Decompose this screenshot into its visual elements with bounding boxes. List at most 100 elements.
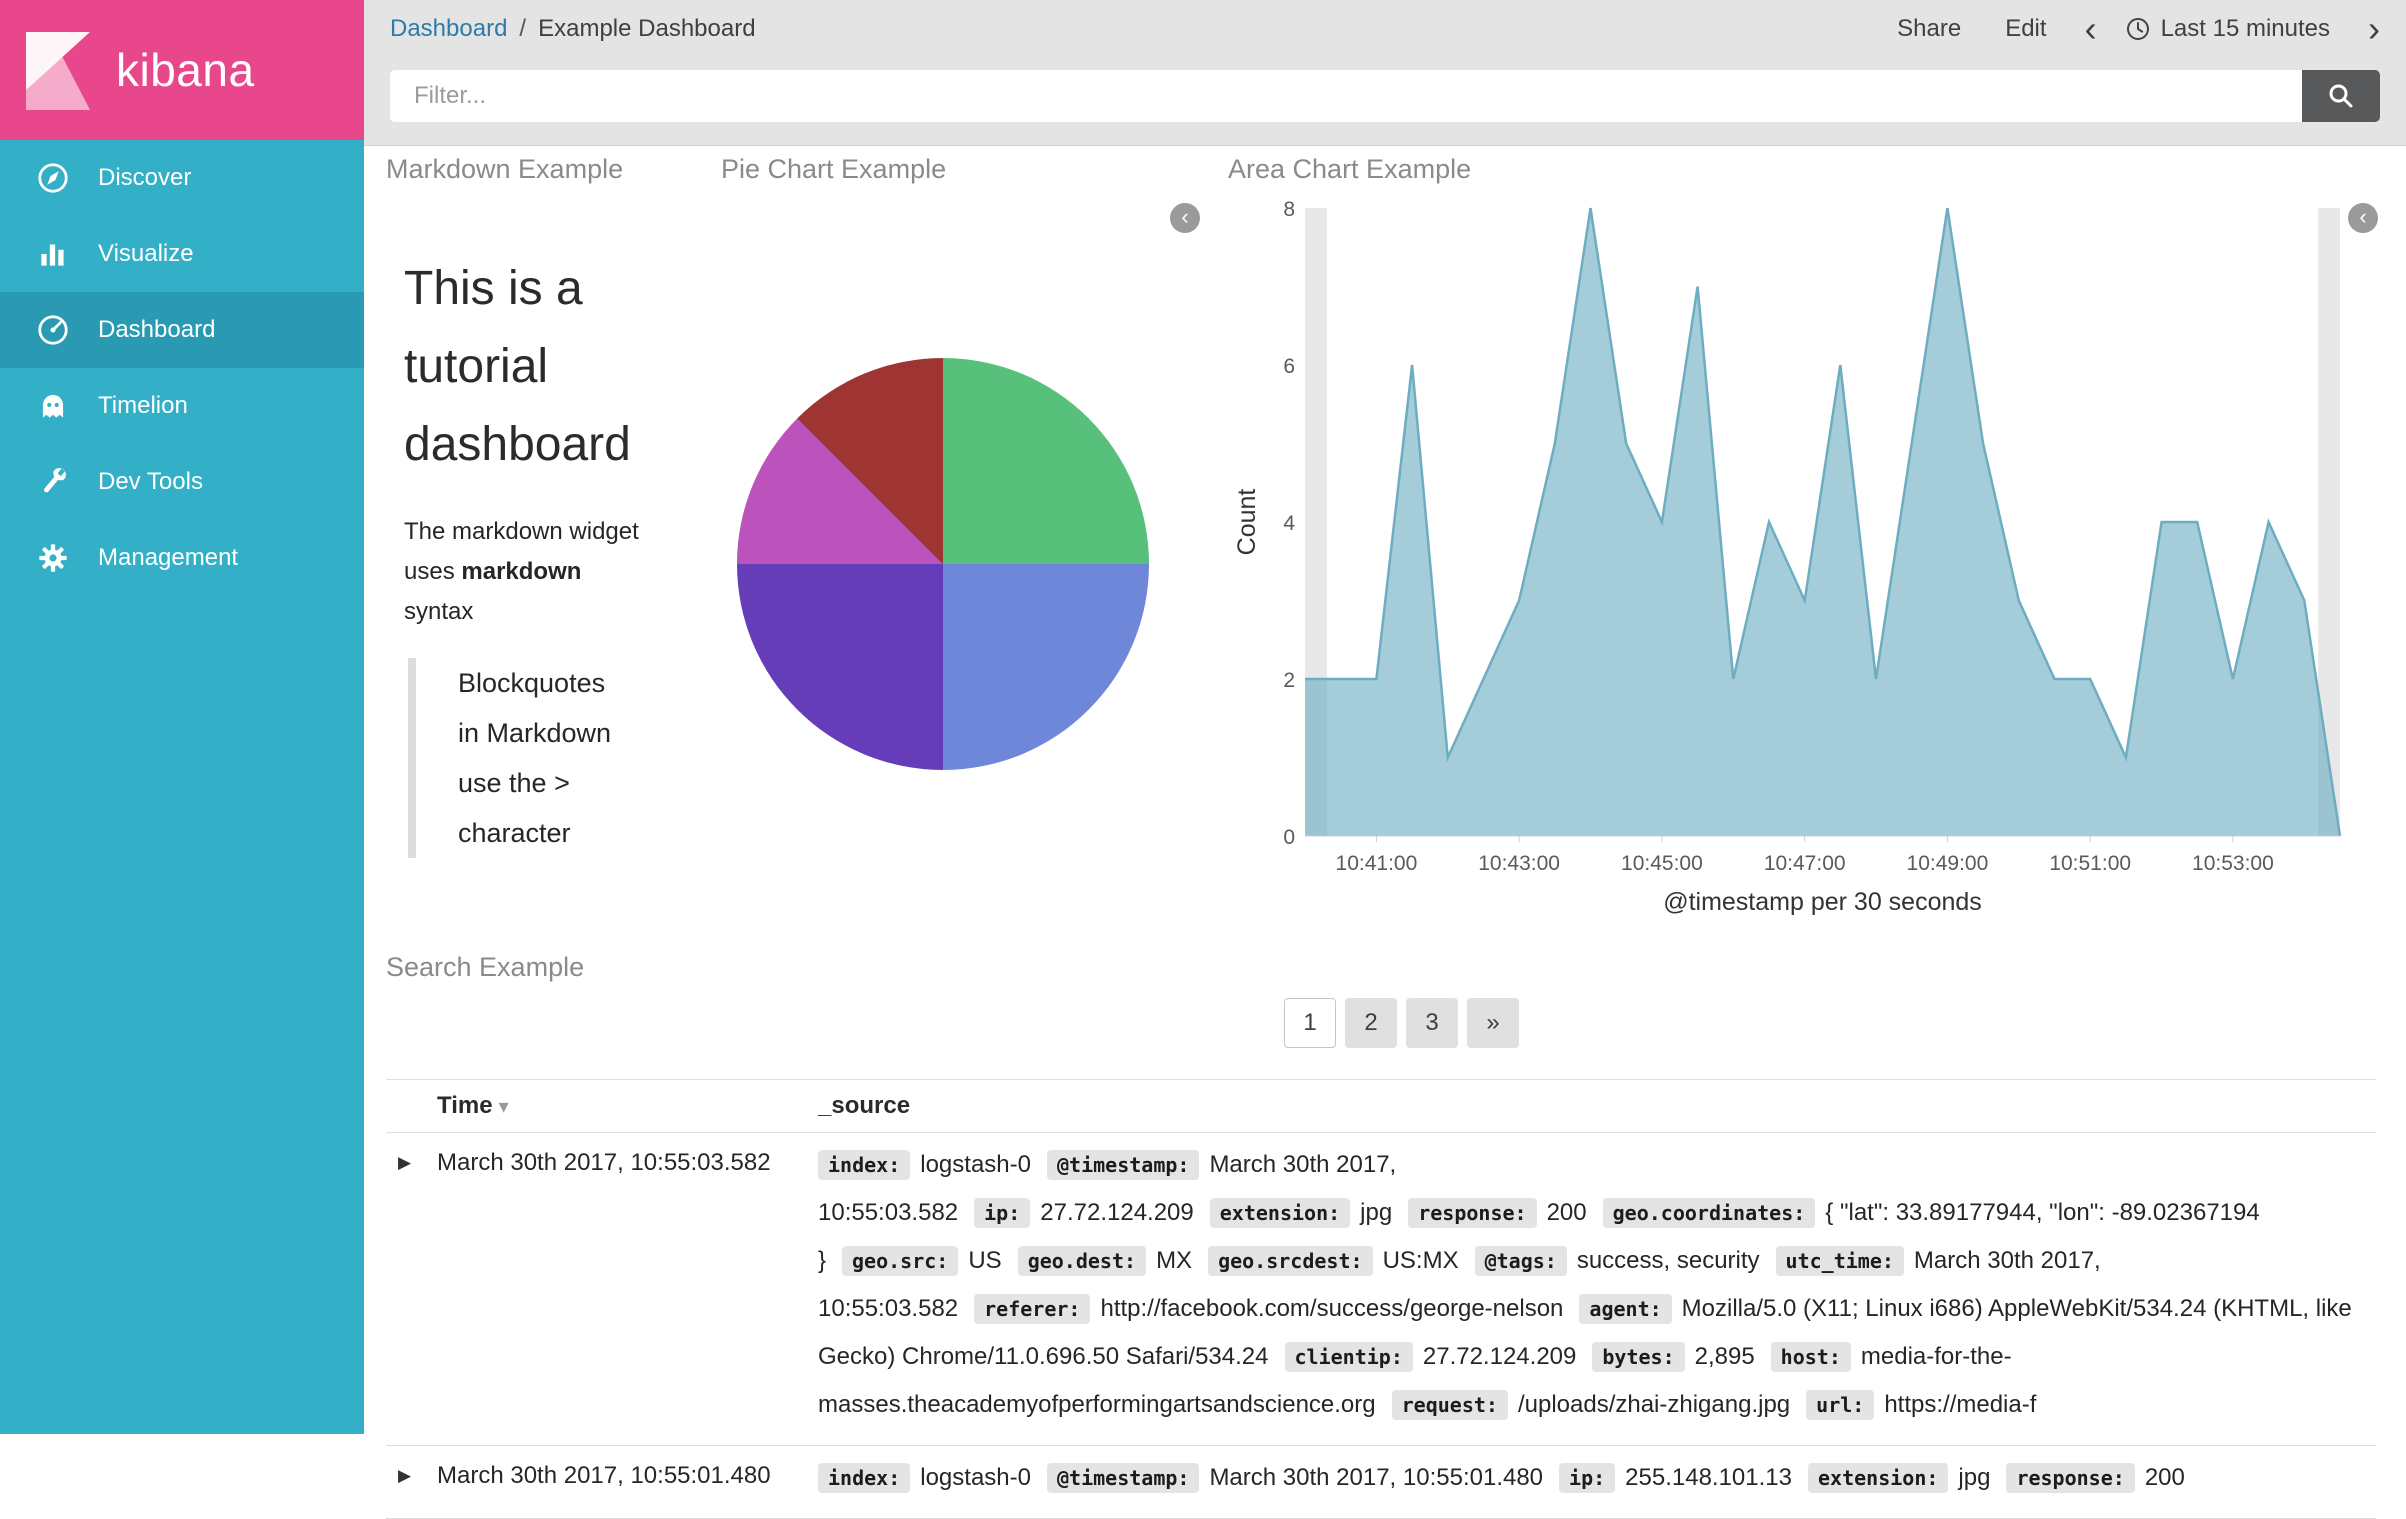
gauge-icon bbox=[34, 311, 72, 349]
svg-text:4: 4 bbox=[1283, 512, 1295, 535]
kibana-logo[interactable]: kibana bbox=[0, 0, 364, 140]
field-value: jpg bbox=[1958, 1464, 1990, 1491]
time-column-label: Time bbox=[437, 1092, 493, 1119]
sidebar: kibana Discover Visualize Dashboard Time… bbox=[0, 0, 364, 1434]
panel-title-search: Search Example bbox=[386, 952, 584, 983]
main-area: Dashboard / Example Dashboard Share Edit… bbox=[364, 0, 2406, 1434]
expand-row-caret-icon[interactable]: ▶ bbox=[386, 1141, 437, 1173]
kibana-logo-text: kibana bbox=[116, 43, 255, 97]
sidebar-item-dev-tools[interactable]: Dev Tools bbox=[0, 444, 364, 520]
breadcrumb-separator: / bbox=[519, 15, 526, 43]
sidebar-item-label: Discover bbox=[98, 164, 191, 192]
sidebar-item-timelion[interactable]: Timelion bbox=[0, 368, 364, 444]
svg-text:10:49:00: 10:49:00 bbox=[1907, 852, 1989, 875]
svg-text:10:41:00: 10:41:00 bbox=[1336, 852, 1418, 875]
svg-text:8: 8 bbox=[1283, 198, 1295, 221]
field-value: success, security bbox=[1577, 1247, 1760, 1274]
edit-button[interactable]: Edit bbox=[2005, 15, 2046, 43]
time-column-header[interactable]: Time ▾ bbox=[437, 1092, 818, 1120]
field-name-badge: agent: bbox=[1579, 1294, 1671, 1324]
field-name-badge: response: bbox=[1408, 1198, 1536, 1228]
sidebar-item-visualize[interactable]: Visualize bbox=[0, 216, 364, 292]
breadcrumb-link-dashboard[interactable]: Dashboard bbox=[390, 15, 507, 43]
ghost-icon bbox=[34, 387, 72, 425]
sidebar-item-label: Dev Tools bbox=[98, 468, 203, 496]
svg-text:0: 0 bbox=[1283, 826, 1295, 849]
row-source: index:logstash-0@timestamp:March 30th 20… bbox=[818, 1141, 2376, 1429]
svg-text:2: 2 bbox=[1283, 669, 1295, 692]
field-value: 200 bbox=[2145, 1464, 2185, 1491]
row-time: March 30th 2017, 10:55:03.582 bbox=[437, 1141, 818, 1177]
svg-text:6: 6 bbox=[1283, 355, 1295, 378]
field-name-badge: index: bbox=[818, 1150, 910, 1180]
panel-title-pie: Pie Chart Example bbox=[721, 154, 946, 185]
time-prev-button[interactable]: ‹ bbox=[2085, 19, 2097, 39]
page-button-»[interactable]: » bbox=[1467, 998, 1519, 1048]
filter-input[interactable] bbox=[390, 70, 2302, 122]
expand-row-caret-icon[interactable]: ▶ bbox=[386, 1454, 437, 1486]
field-name-badge: @tags: bbox=[1475, 1246, 1567, 1276]
svg-text:10:45:00: 10:45:00 bbox=[1621, 852, 1703, 875]
sidebar-nav: Discover Visualize Dashboard Timelion De… bbox=[0, 140, 364, 596]
sidebar-item-management[interactable]: Management bbox=[0, 520, 364, 596]
pagination: 123» bbox=[1284, 998, 1519, 1048]
doc-table-header: Time ▾ _source bbox=[386, 1079, 2376, 1133]
field-value: MX bbox=[1156, 1247, 1192, 1274]
time-next-button[interactable]: › bbox=[2368, 19, 2380, 39]
sidebar-item-label: Dashboard bbox=[98, 316, 215, 344]
field-name-badge: host: bbox=[1771, 1342, 1851, 1372]
sidebar-item-label: Visualize bbox=[98, 240, 194, 268]
markdown-heading: This is a tutorial dashboard bbox=[404, 250, 734, 484]
area-chart-svg[interactable]: 0 2 4 6 8 10:41:00 10:43:00 10:45:00 10:47:00 10:… bbox=[1235, 196, 2355, 896]
source-column-label: _source bbox=[818, 1092, 910, 1119]
timepicker-label: Last 15 minutes bbox=[2161, 15, 2330, 43]
field-value: https://media-f bbox=[1884, 1391, 2036, 1418]
svg-text:10:47:00: 10:47:00 bbox=[1764, 852, 1846, 875]
panel-title-area: Area Chart Example bbox=[1228, 154, 1471, 185]
field-name-badge: geo.srcdest: bbox=[1208, 1246, 1373, 1276]
filter-bar bbox=[390, 70, 2380, 122]
sort-caret-icon: ▾ bbox=[499, 1096, 509, 1118]
field-value: 200 bbox=[1547, 1199, 1587, 1226]
source-column-header: _source bbox=[818, 1092, 2376, 1120]
field-value: http://facebook.com/success/george-nelso… bbox=[1100, 1295, 1563, 1322]
field-name-badge: geo.src: bbox=[842, 1246, 958, 1276]
field-name-badge: ip: bbox=[1559, 1463, 1615, 1493]
timepicker-button[interactable]: Last 15 minutes bbox=[2125, 15, 2330, 43]
field-name-badge: geo.dest: bbox=[1018, 1246, 1146, 1276]
panel-title-markdown: Markdown Example bbox=[386, 154, 623, 185]
doc-table-body: ▶March 30th 2017, 10:55:03.582index:logs… bbox=[386, 1133, 2376, 1519]
field-value: 27.72.124.209 bbox=[1040, 1199, 1193, 1226]
field-value: logstash-0 bbox=[920, 1464, 1031, 1491]
clock-icon bbox=[2125, 16, 2151, 42]
search-button[interactable] bbox=[2302, 70, 2380, 122]
sidebar-item-label: Timelion bbox=[98, 392, 188, 420]
page-button-1[interactable]: 1 bbox=[1284, 998, 1336, 1048]
table-row: ▶March 30th 2017, 10:55:01.480index:logs… bbox=[386, 1446, 2376, 1519]
sidebar-item-dashboard[interactable]: Dashboard bbox=[0, 292, 364, 368]
field-value: 2,895 bbox=[1695, 1343, 1755, 1370]
field-name-badge: @timestamp: bbox=[1047, 1463, 1199, 1493]
field-name-badge: url: bbox=[1806, 1390, 1874, 1420]
pie-chart[interactable] bbox=[737, 358, 1149, 770]
field-value: /uploads/zhai-zhigang.jpg bbox=[1518, 1391, 1790, 1418]
markdown-blockquote: Blockquotes in Markdown use the > charac… bbox=[408, 658, 628, 858]
svg-text:10:43:00: 10:43:00 bbox=[1478, 852, 1560, 875]
wrench-icon bbox=[34, 463, 72, 501]
field-value: 27.72.124.209 bbox=[1423, 1343, 1576, 1370]
field-name-badge: extension: bbox=[1210, 1198, 1350, 1228]
dashboard-content: Markdown Example Pie Chart Example Area … bbox=[364, 146, 2406, 1434]
field-name-badge: referer: bbox=[974, 1294, 1090, 1324]
field-name-badge: utc_time: bbox=[1776, 1246, 1904, 1276]
field-value: March 30th 2017, 10:55:01.480 bbox=[1209, 1464, 1543, 1491]
pie-panel-expand-button[interactable]: ‹ bbox=[1170, 203, 1200, 233]
share-button[interactable]: Share bbox=[1897, 15, 1961, 43]
kibana-logo-icon bbox=[20, 26, 96, 114]
page-button-2[interactable]: 2 bbox=[1345, 998, 1397, 1048]
svg-text:10:51:00: 10:51:00 bbox=[2049, 852, 2131, 875]
page-button-3[interactable]: 3 bbox=[1406, 998, 1458, 1048]
breadcrumb: Dashboard / Example Dashboard Share Edit… bbox=[364, 0, 2406, 57]
sidebar-item-discover[interactable]: Discover bbox=[0, 140, 364, 216]
field-name-badge: request: bbox=[1392, 1390, 1508, 1420]
doc-table: Time▾ _source ▶March 30th 2017, 10:55:03… bbox=[386, 1079, 2376, 1519]
